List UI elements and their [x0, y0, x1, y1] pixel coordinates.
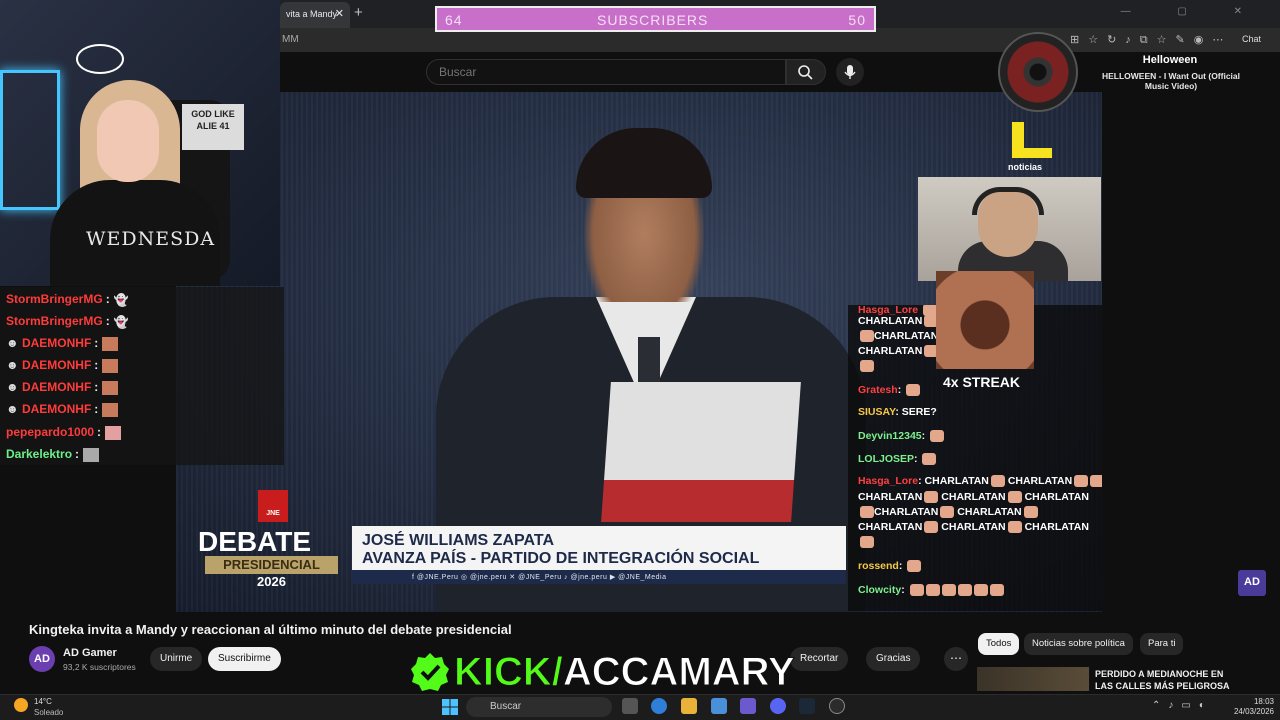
chat-message: SIUSAY: SERE?	[858, 406, 937, 418]
thanks-button[interactable]: Gracias	[866, 647, 921, 671]
chat-overlay-left: StormBringerMG: 👻 StormBringerMG: 👻 ☻ DAEM…	[0, 287, 284, 465]
weather-temp[interactable]: 14°C	[34, 697, 52, 706]
streak-meme-image	[936, 271, 1034, 369]
obs-icon[interactable]	[829, 698, 845, 714]
clip-button[interactable]: Recortar	[790, 647, 849, 671]
lower-third-nameplate: JOSÉ WILLIAMS ZAPATA AVANZA PAÍS - PARTI…	[352, 526, 846, 570]
lower-third-socials: f @JNE.Peru ◎ @jne.peru ✕ @JNE_Peru ♪ @j…	[352, 570, 846, 584]
task-view-icon[interactable]	[622, 698, 638, 714]
chat-message: StormBringerMG: 👻	[6, 292, 129, 307]
face-emote-icon	[102, 358, 119, 373]
chat-message: rossend:	[858, 559, 922, 574]
face-emote-icon	[102, 380, 119, 395]
steam-icon[interactable]	[799, 698, 815, 714]
chat-message: StormBringerMG: 👻	[6, 314, 129, 329]
system-tray[interactable]: ⌃♪▭◐	[1152, 700, 1213, 711]
tab-title: vita a Mandy	[286, 9, 338, 19]
jne-logo: JNE	[258, 490, 288, 522]
shirt-text: WEDNESDA	[86, 228, 216, 250]
debate-title: DEBATE	[198, 526, 312, 557]
chat-message: Deyvin12345:	[858, 429, 945, 444]
chat-message: ☻ DAEMONHF:	[6, 402, 119, 418]
search-input[interactable]	[426, 59, 786, 85]
candidate-party: AVANZA PAÍS - PARTIDO DE INTEGRACIÓN SOC…	[362, 550, 760, 567]
face-emote-icon	[102, 336, 119, 351]
browser-tab[interactable]: vita a Mandy ✕	[280, 2, 350, 28]
recommended-title[interactable]: PERDIDO A MEDIANOCHE EN LAS CALLES MÁS P…	[1095, 668, 1230, 692]
chat-message: Darkelektro:	[6, 447, 100, 463]
chat-message: Clowcity:	[858, 583, 1004, 598]
windows-start-icon[interactable]	[442, 699, 458, 715]
now-playing-track: HELLOWEEN - I Want Out (Official Music V…	[1101, 71, 1241, 91]
now-playing-disc	[998, 32, 1078, 112]
window-controls[interactable]: — ▢ ✕	[1121, 6, 1264, 17]
ghost-emote-icon: 👻	[113, 314, 129, 329]
kick-prefix: KICK/	[454, 650, 564, 695]
chat-message: Hasga_Lore: CHARLATAN CHARLATAN	[858, 474, 1102, 489]
new-tab-button[interactable]: +	[354, 4, 363, 21]
channel-name[interactable]: AD Gamer	[63, 647, 117, 659]
chat-message: ☻ DAEMONHF:	[6, 336, 119, 352]
now-playing-artist: Helloween	[1142, 54, 1198, 66]
poster: GOD LIKE ALIE 41	[182, 104, 244, 150]
recommended-thumbnail[interactable]	[977, 667, 1089, 691]
clock-time: 18:03	[1253, 697, 1274, 706]
face-emote-icon	[102, 402, 119, 417]
video-title: Kingteka invita a Mandy y reaccionan al …	[29, 622, 512, 637]
join-button[interactable]: Unirme	[150, 647, 203, 671]
file-explorer-icon[interactable]	[681, 698, 697, 714]
network-logo-icon	[1012, 122, 1052, 160]
microphone-icon	[844, 65, 856, 79]
clock-date: 24/03/2026	[1233, 707, 1274, 716]
chat-message: Gratesh:	[858, 383, 921, 398]
taskbar-search[interactable]: Buscar	[466, 697, 612, 717]
edge-icon[interactable]	[651, 698, 667, 714]
kick-channel-overlay: KICK/ACCAMARY	[410, 650, 796, 695]
subscriber-goal-bar: 64 SUBSCRIBERS 50	[435, 6, 876, 32]
weather-condition[interactable]: Soleado	[34, 708, 63, 717]
weather-icon[interactable]	[14, 698, 28, 712]
search-icon	[798, 65, 813, 80]
subscriber-target: 50	[848, 12, 866, 28]
chip-politics[interactable]: Noticias sobre política	[1024, 633, 1133, 655]
chip-all[interactable]: Todos	[978, 633, 1020, 655]
ghost-emote-icon: 👻	[113, 292, 129, 307]
channel-subscribers: 93,2 K suscriptores	[63, 662, 136, 672]
debate-year: 2026	[257, 574, 286, 589]
taskbar	[0, 694, 1280, 720]
planet-logo-icon	[76, 44, 124, 74]
copilot-chat-button[interactable]: Chat	[1242, 34, 1261, 44]
taskbar-clock[interactable]: 18:03 24/03/2026	[1228, 697, 1274, 717]
discord-icon[interactable]	[770, 698, 786, 714]
subscribe-button[interactable]: Suscribirme	[208, 647, 281, 671]
face-emote-icon	[105, 425, 122, 440]
chat-message: ☻ DAEMONHF:	[6, 358, 119, 374]
close-tab-icon[interactable]: ✕	[335, 7, 344, 20]
search-button[interactable]	[786, 59, 826, 85]
more-actions-button[interactable]: ⋯	[944, 647, 968, 671]
streamer-webcam: GOD LIKE ALIE 41 WEDNESDA	[0, 0, 280, 286]
channel-watermark[interactable]: AD	[1238, 570, 1266, 596]
network-logo-text: noticias	[1008, 162, 1043, 172]
chat-message: ☻ DAEMONHF:	[6, 380, 119, 396]
channel-avatar[interactable]: AD	[29, 646, 55, 672]
streak-label: 4x STREAK	[943, 374, 1021, 390]
browser-toolbar-icons[interactable]: ⊞☆↻♪⧉☆✎◉⋯	[1070, 33, 1232, 47]
speaker-papers	[601, 382, 801, 522]
reactor-webcam	[918, 177, 1101, 281]
subscriber-label: SUBSCRIBERS	[597, 12, 709, 28]
teams-icon[interactable]	[740, 698, 756, 714]
chip-for-you[interactable]: Para ti	[1140, 633, 1184, 655]
subscriber-current: 64	[445, 12, 463, 28]
cat-emote-icon	[83, 447, 100, 462]
chat-message: LOLJOSEP:	[858, 452, 937, 467]
store-icon[interactable]	[711, 698, 727, 714]
address-text: MM	[282, 34, 299, 45]
candidate-name: JOSÉ WILLIAMS ZAPATA	[362, 532, 554, 549]
verified-badge-icon	[411, 653, 449, 691]
chat-message: pepepardo1000:	[6, 425, 122, 441]
debate-subtitle: PRESIDENCIAL	[205, 556, 338, 574]
kick-channel-name: ACCAMARY	[562, 650, 795, 695]
voice-search-button[interactable]	[836, 58, 864, 86]
